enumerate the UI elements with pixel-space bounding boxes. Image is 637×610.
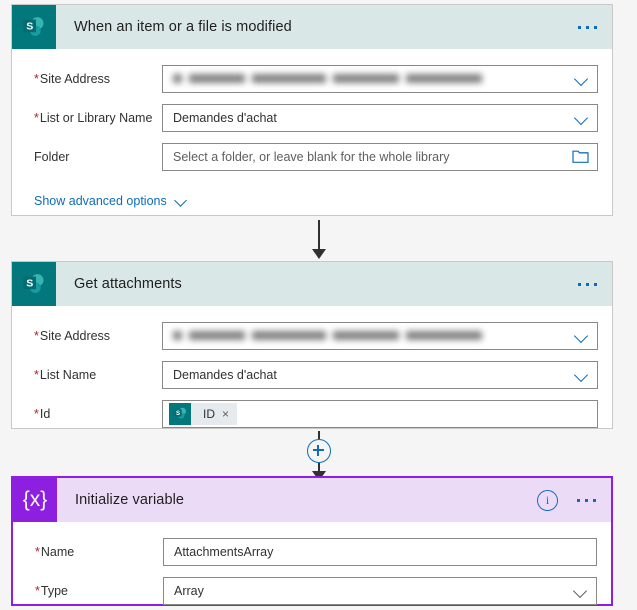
chevron-down-icon[interactable] — [175, 195, 188, 208]
folder-input[interactable]: Select a folder, or leave blank for the … — [162, 142, 598, 171]
variable-type-dropdown[interactable]: Array — [163, 576, 597, 605]
site-address-input[interactable] — [162, 321, 598, 350]
menu-dot — [586, 25, 589, 29]
remove-token-icon[interactable]: × — [222, 408, 229, 420]
list-name-input[interactable]: Demandes d'achat — [162, 360, 598, 389]
field-value: AttachmentsArray — [174, 544, 274, 559]
card-title: When an item or a file is modified — [74, 19, 292, 35]
menu-dot — [577, 498, 580, 502]
svg-text:S: S — [26, 20, 33, 32]
menu-dot — [578, 25, 581, 29]
sharepoint-icon: S — [12, 262, 56, 306]
field-label: *Site Address — [34, 328, 111, 343]
required-asterisk: * — [34, 110, 39, 125]
required-asterisk: * — [34, 406, 39, 421]
redacted-value — [173, 330, 569, 342]
field-value: Array — [174, 583, 204, 598]
field-row-list-name: *List Name Demandes d'achat — [12, 355, 612, 394]
card-menu-button[interactable] — [572, 493, 601, 508]
field-row-list-or-library-name: *List or Library Name Demandes d'achat — [12, 98, 612, 137]
required-asterisk: * — [34, 328, 39, 343]
field-row-name: *Name AttachmentsArray — [13, 532, 611, 571]
field-row-folder: Folder Select a folder, or leave blank f… — [12, 137, 612, 176]
id-input[interactable]: S ID × — [162, 399, 598, 428]
menu-dot — [578, 282, 581, 286]
chevron-down-icon[interactable] — [574, 584, 588, 598]
show-advanced-options-link[interactable]: Show advanced options — [34, 194, 167, 208]
connector-line — [318, 220, 320, 250]
field-label: *List or Library Name — [34, 110, 153, 125]
folder-icon[interactable] — [572, 149, 589, 164]
card-menu-button[interactable] — [573, 20, 602, 35]
card-header-actions: i — [537, 478, 601, 522]
field-row-type: *Type Array — [13, 571, 611, 610]
flow-canvas: S When an item or a file is modified *Si… — [0, 0, 637, 606]
card-body: *Site Address *List Name Demandes d'acha… — [12, 316, 612, 433]
svg-text:S: S — [175, 411, 179, 417]
flow-card-initialize-variable[interactable]: {x} Initialize variable i *Name Attachme… — [11, 476, 613, 606]
card-header-actions — [573, 5, 602, 49]
required-asterisk: * — [34, 71, 39, 86]
card-title: Get attachments — [74, 276, 182, 292]
field-label: *Type — [35, 583, 68, 598]
info-icon[interactable]: i — [537, 489, 558, 511]
card-header[interactable]: S Get attachments — [12, 262, 612, 306]
card-title: Initialize variable — [75, 492, 185, 508]
menu-dot — [594, 25, 597, 29]
variable-icon-text: {x} — [22, 488, 48, 511]
connector-line — [318, 431, 320, 439]
card-body: *Name AttachmentsArray *Type Array — [13, 532, 611, 610]
required-asterisk: * — [34, 367, 39, 382]
card-header[interactable]: {x} Initialize variable i — [13, 478, 611, 522]
flow-card-get-attachments[interactable]: S Get attachments *Site Address *List Na… — [11, 261, 613, 429]
dynamic-content-token[interactable]: S ID × — [169, 402, 238, 425]
advanced-options-row: Show advanced options — [12, 176, 612, 218]
chevron-down-icon[interactable] — [575, 72, 589, 86]
connector-arrow-1 — [306, 220, 332, 259]
card-menu-button[interactable] — [573, 277, 602, 292]
card-body: *Site Address *List or Library Name Dema… — [12, 59, 612, 218]
field-label: *Id — [34, 406, 51, 421]
field-label: *List Name — [34, 367, 97, 382]
card-header-actions — [573, 262, 602, 306]
field-label: *Site Address — [34, 71, 111, 86]
sharepoint-icon: S — [12, 5, 56, 49]
variable-icon: {x} — [13, 478, 57, 522]
add-step-button[interactable] — [307, 439, 331, 463]
menu-dot — [585, 498, 588, 502]
field-value: Demandes d'achat — [173, 110, 277, 125]
card-header[interactable]: S When an item or a file is modified — [12, 5, 612, 49]
variable-name-input[interactable]: AttachmentsArray — [163, 537, 597, 566]
required-asterisk: * — [35, 544, 40, 559]
chevron-down-icon[interactable] — [575, 329, 589, 343]
arrow-head-icon — [312, 249, 326, 259]
field-placeholder: Select a folder, or leave blank for the … — [173, 149, 450, 164]
field-row-site-address: *Site Address — [12, 316, 612, 355]
svg-text:S: S — [26, 277, 33, 289]
field-label: Folder — [34, 149, 70, 164]
field-value: Demandes d'achat — [173, 367, 277, 382]
field-row-site-address: *Site Address — [12, 59, 612, 98]
menu-dot — [593, 498, 596, 502]
connector-arrow-2 — [306, 431, 332, 481]
menu-dot — [586, 282, 589, 286]
field-label: *Name — [35, 544, 75, 559]
list-or-library-name-input[interactable]: Demandes d'achat — [162, 103, 598, 132]
sharepoint-icon: S — [169, 402, 191, 425]
required-asterisk: * — [35, 583, 40, 598]
menu-dot — [594, 282, 597, 286]
site-address-input[interactable] — [162, 64, 598, 93]
redacted-value — [173, 73, 569, 85]
field-row-id: *Id S ID × — [12, 394, 612, 433]
chevron-down-icon[interactable] — [575, 111, 589, 125]
chevron-down-icon[interactable] — [575, 368, 589, 382]
flow-card-trigger[interactable]: S When an item or a file is modified *Si… — [11, 4, 613, 216]
token-label: ID — [203, 406, 215, 421]
